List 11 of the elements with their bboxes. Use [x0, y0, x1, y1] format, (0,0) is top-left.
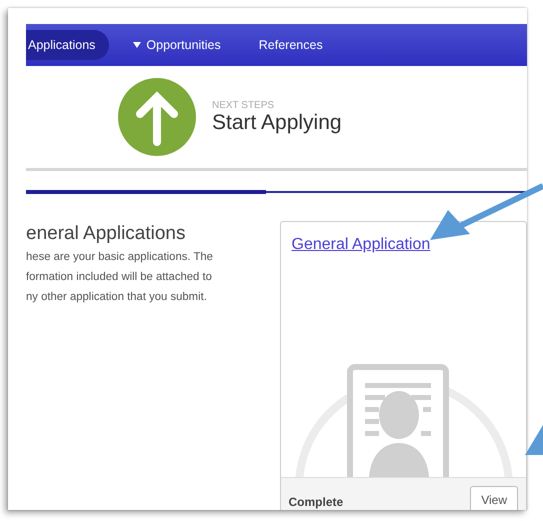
step-label: NEXT STEPS: [212, 100, 276, 110]
application-link[interactable]: General Application: [292, 236, 430, 254]
status-label: Complete: [288, 495, 344, 509]
step-title: Start Applying: [212, 110, 342, 134]
caret-icon: [133, 42, 142, 48]
section-heading: eneral Applications: [26, 223, 186, 245]
nav-tab[interactable]: References: [258, 30, 337, 60]
nav-tab[interactable]: Opportunities: [133, 30, 235, 60]
view-button[interactable]: View: [470, 486, 518, 510]
nav-tab[interactable]: Applications: [26, 30, 110, 60]
section-description: hese are your basic applications. The formation included will be attached to ny other application that you submit.: [26, 250, 214, 305]
